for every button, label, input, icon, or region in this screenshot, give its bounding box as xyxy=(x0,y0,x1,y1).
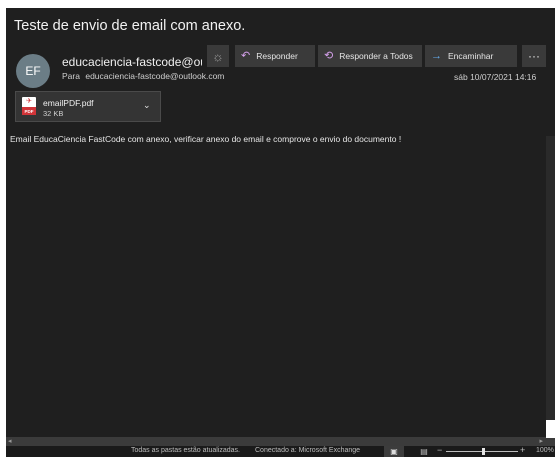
reply-all-icon: ⟲ xyxy=(324,49,334,62)
connection-status: Conectado a: Microsoft Exchange xyxy=(255,447,361,454)
reply-button[interactable]: ↶ Responder xyxy=(235,45,315,67)
zoom-level[interactable]: 100% xyxy=(536,447,555,454)
pdf-file-icon: ✈ PDF xyxy=(22,97,36,115)
email-subject: Teste de envio de email com anexo. xyxy=(14,18,246,34)
message-actions: ↶ Responder ⟲ Responder a Todos → Encami… xyxy=(235,45,517,67)
zoom-in-icon[interactable]: + xyxy=(520,445,525,455)
reply-all-button[interactable]: ⟲ Responder a Todos xyxy=(318,45,422,67)
scroll-left-icon[interactable]: ◂ xyxy=(8,437,12,446)
reading-view-icon[interactable]: ▤ xyxy=(418,446,430,457)
email-body: Email EducaCiencia FastCode com anexo, v… xyxy=(10,134,402,144)
reading-pane: Teste de envio de email com anexo. EF ed… xyxy=(6,8,555,457)
sun-icon[interactable]: ☼ xyxy=(207,45,229,67)
scroll-right-icon[interactable]: ▸ xyxy=(539,437,543,446)
pdf-badge: PDF xyxy=(22,107,36,115)
reply-icon: ↶ xyxy=(241,49,251,62)
reply-label: Responder xyxy=(256,51,298,61)
forward-icon: → xyxy=(431,49,442,62)
reply-all-label: Responder a Todos xyxy=(339,51,413,61)
avatar-initials: EF xyxy=(25,64,41,78)
recipient-line: Para educaciencia-fastcode@outlook.com xyxy=(62,71,224,81)
sync-status: Todas as pastas estão atualizadas. xyxy=(131,447,240,454)
forward-button[interactable]: → Encaminhar xyxy=(425,45,517,67)
vertical-scrollbar[interactable] xyxy=(546,136,555,438)
normal-view-icon[interactable]: ▣ xyxy=(384,446,404,457)
to-label: Para xyxy=(62,71,80,81)
chevron-down-icon[interactable]: ⌄ xyxy=(143,100,151,111)
status-bar: Todas as pastas estão atualizadas. Conec… xyxy=(6,445,555,457)
horizontal-scrollbar[interactable]: ◂ ▸ xyxy=(6,437,555,446)
attachment-item[interactable]: ✈ PDF emailPDF.pdf 32 KB ⌄ xyxy=(15,91,161,122)
avatar[interactable]: EF xyxy=(16,54,50,88)
zoom-out-icon[interactable]: − xyxy=(437,445,442,455)
zoom-slider-thumb[interactable] xyxy=(482,448,485,455)
sender-name[interactable]: educaciencia-fastcode@outlo xyxy=(62,55,202,69)
more-actions-button[interactable]: ··· xyxy=(522,45,546,67)
pdf-mark-icon: ✈ xyxy=(26,98,32,105)
recipient-address[interactable]: educaciencia-fastcode@outlook.com xyxy=(85,71,224,81)
window-edge xyxy=(546,420,555,438)
attachment-name: emailPDF.pdf xyxy=(43,98,94,108)
sent-date: sáb 10/07/2021 14:16 xyxy=(454,72,537,82)
attachment-size: 32 KB xyxy=(43,109,64,118)
forward-label: Encaminhar xyxy=(448,51,494,61)
